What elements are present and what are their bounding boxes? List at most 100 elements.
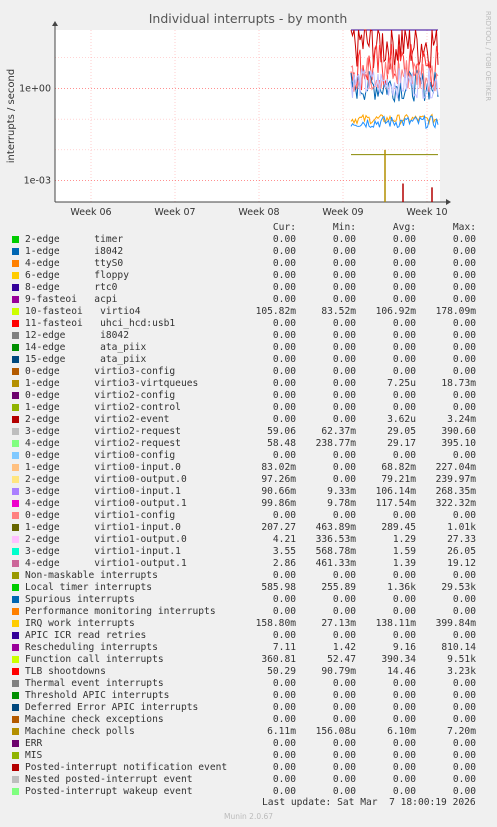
legend-max-value: 178.09m	[435, 306, 476, 317]
legend-avg-value: 0.00	[392, 594, 416, 605]
legend-avg-value: 0.00	[392, 690, 416, 701]
legend-cur-value: 59.06	[267, 426, 296, 437]
legend-avg-value: 0.00	[392, 318, 416, 329]
legend-max-value: 0.00	[452, 750, 476, 761]
legend-avg-value: 1.36k	[387, 582, 416, 593]
legend-label: 4-edge ttyS0	[25, 258, 124, 269]
legend-min-value: 0.00	[332, 606, 356, 617]
legend-row: 12-edge i8042 0.00 0.00 0.00 0.00	[12, 330, 497, 342]
chart-title: Individual interrupts - by month	[149, 11, 348, 26]
legend-avg-value: 6.10m	[387, 726, 416, 737]
legend-avg-value: 0.00	[392, 714, 416, 725]
legend-min-value: 0.00	[332, 450, 356, 461]
x-tick-label: Week 08	[238, 207, 279, 218]
legend-avg-value: 0.00	[392, 762, 416, 773]
legend-row: 15-edge ata_piix 0.00 0.00 0.00 0.00	[12, 354, 497, 366]
legend-label: 1-edge virtio2-control	[25, 402, 181, 413]
legend-swatch	[12, 644, 19, 651]
legend-label: Deferred Error APIC interrupts	[25, 702, 199, 713]
legend-row: 2-edge virtio0-output.0 97.26m 0.00 79.21m 2…	[12, 474, 497, 486]
legend-min-value: 0.00	[332, 246, 356, 257]
legend-row: Rescheduling interrupts 7.11 1.42 9.16 810.1…	[12, 642, 497, 654]
legend-cur-value: 0.00	[272, 378, 296, 389]
legend-min-value: 0.00	[332, 690, 356, 701]
legend-max-value: 0.00	[452, 294, 476, 305]
legend-row: 11-fasteoi uhci_hcd:usb1 0.00 0.00 0.00 0.00	[12, 318, 497, 330]
legend-min-value: 0.00	[332, 702, 356, 713]
legend-max-value: 0.00	[452, 402, 476, 413]
legend-label: 0-edge virtio0-config	[25, 450, 176, 461]
legend-label: 8-edge rtc0	[25, 282, 118, 293]
legend-row: 3-edge virtio1-input.1 3.55 568.78m 1.59 26.…	[12, 546, 497, 558]
legend-cur-value: 0.00	[272, 714, 296, 725]
legend-min-value: 0.00	[332, 774, 356, 785]
legend-swatch	[12, 440, 19, 447]
legend-cur-value: 0.00	[272, 690, 296, 701]
legend-min-value: 0.00	[332, 738, 356, 749]
y-tick-label: 1e-03	[24, 176, 51, 187]
legend-cur-value: 0.00	[272, 414, 296, 425]
legend-row: 14-edge ata_piix 0.00 0.00 0.00 0.00	[12, 342, 497, 354]
header-min: Min:	[332, 222, 356, 233]
header-cur: Cur:	[272, 222, 296, 233]
legend-avg-value: 0.00	[392, 510, 416, 521]
legend-cur-value: 207.27	[261, 522, 296, 533]
legend-label: Spurious interrupts	[25, 594, 135, 605]
legend-min-value: 0.00	[332, 258, 356, 269]
legend-max-value: 399.84m	[435, 618, 476, 629]
legend-cur-value: 360.81	[261, 654, 296, 665]
legend-min-value: 62.37m	[321, 426, 356, 437]
legend-row: 4-edge virtio2-request 58.48 238.77m 29.17 3…	[12, 438, 497, 450]
legend-cur-value: 105.82m	[255, 306, 296, 317]
legend-max-value: 227.04m	[435, 462, 476, 473]
legend-avg-value: 9.16	[392, 642, 416, 653]
legend-label: 4-edge virtio0-output.1	[25, 498, 187, 509]
legend-max-value: 3.24m	[447, 414, 476, 425]
legend-row: 8-edge rtc0 0.00 0.00 0.00 0.00	[12, 282, 497, 294]
legend-cur-value: 0.00	[272, 774, 296, 785]
legend-swatch	[12, 680, 19, 687]
legend-cur-value: 0.00	[272, 606, 296, 617]
legend-max-value: 26.05	[447, 546, 476, 557]
legend-avg-value: 3.62u	[387, 414, 416, 425]
legend-row: Machine check exceptions 0.00 0.00 0.00 0.00	[12, 714, 497, 726]
legend-max-value: 322.32m	[435, 498, 476, 509]
legend-cur-value: 0.00	[272, 594, 296, 605]
legend-row: 1-edge virtio1-input.0 207.27 463.89m 289.4…	[12, 522, 497, 534]
legend-min-value: 0.00	[332, 330, 356, 341]
legend-swatch	[12, 320, 19, 327]
legend-min-value: 0.00	[332, 678, 356, 689]
legend-avg-value: 0.00	[392, 630, 416, 641]
legend-min-value: 0.00	[332, 630, 356, 641]
legend-cur-value: 0.00	[272, 738, 296, 749]
legend-label: IRQ work interrupts	[25, 618, 135, 629]
legend-label: Nested posted-interrupt event	[25, 774, 193, 785]
legend-avg-value: 390.34	[381, 654, 416, 665]
legend-cur-value: 0.00	[272, 234, 296, 245]
legend-swatch	[12, 776, 19, 783]
legend-max-value: 29.53k	[441, 582, 476, 593]
legend-row: Posted-interrupt notification event 0.00 0…	[12, 762, 497, 774]
legend-max-value: 7.20m	[447, 726, 476, 737]
legend-row: 0-edge virtio2-config 0.00 0.00 0.00 0.00	[12, 390, 497, 402]
legend-cur-value: 0.00	[272, 246, 296, 257]
legend-label: Posted-interrupt wakeup event	[25, 786, 193, 797]
legend-cur-value: 0.00	[272, 630, 296, 641]
legend-max-value: 0.00	[452, 390, 476, 401]
legend-avg-value: 0.00	[392, 702, 416, 713]
legend-cur-value: 0.00	[272, 678, 296, 689]
legend-label: MIS	[25, 750, 43, 761]
y-axis-label: interrupts / second	[6, 69, 17, 163]
legend-max-value: 0.00	[452, 366, 476, 377]
legend-min-value: 90.79m	[321, 666, 356, 677]
legend-swatch	[12, 512, 19, 519]
legend-max-value: 0.00	[452, 246, 476, 257]
legend-avg-value: 79.21m	[381, 474, 416, 485]
legend-avg-value: 0.00	[392, 774, 416, 785]
legend-cur-value: 0.00	[272, 318, 296, 329]
legend-cur-value: 83.02m	[261, 462, 296, 473]
legend-swatch	[12, 368, 19, 375]
legend-avg-value: 0.00	[392, 294, 416, 305]
legend-max-value: 0.00	[452, 738, 476, 749]
legend-row: 1-edge virtio2-control 0.00 0.00 0.00 0.00	[12, 402, 497, 414]
